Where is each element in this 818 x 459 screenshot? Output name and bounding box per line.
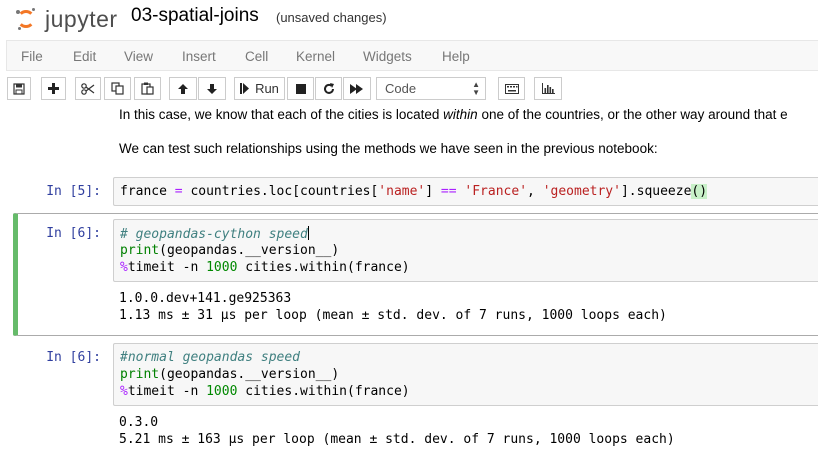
code-line: # geopandas-cython speed <box>120 226 309 242</box>
copy-icon <box>111 82 124 95</box>
move-up-button[interactable] <box>169 77 197 100</box>
run-label: Run <box>255 81 279 96</box>
stop-icon <box>295 83 306 94</box>
markdown-line-2: We can test such relationships using the… <box>119 141 658 156</box>
notebook-container: In this case, we know that each of the c… <box>0 107 818 459</box>
menu-edit[interactable]: Edit <box>73 49 96 64</box>
menu-insert[interactable]: Insert <box>182 49 216 64</box>
code-cell-input[interactable]: #normal geopandas speed print(geopandas.… <box>113 343 818 406</box>
cell-type-value: Code <box>385 81 417 96</box>
cell-output-line: 5.21 ms ± 163 µs per loop (mean ± std. d… <box>119 432 675 447</box>
menubar: File Edit View Insert Cell Kernel Widget… <box>6 40 818 71</box>
menu-view[interactable]: View <box>124 49 153 64</box>
text-cursor <box>307 226 309 240</box>
code-line: france = countries.loc[countries['name']… <box>120 184 708 199</box>
move-down-button[interactable] <box>198 77 226 100</box>
code-line: %timeit -n 1000 cities.within(france) <box>120 260 410 275</box>
arrow-up-icon <box>178 83 188 94</box>
save-status: (unsaved changes) <box>276 10 387 25</box>
md-emphasis: within <box>443 107 478 122</box>
cell-output-line: 1.0.0.dev+141.ge925363 <box>119 291 292 306</box>
run-button[interactable]: Run <box>234 77 285 100</box>
visualization-button[interactable] <box>534 77 562 100</box>
menu-cell[interactable]: Cell <box>245 49 268 64</box>
code-line: %timeit -n 1000 cities.within(france) <box>120 384 410 399</box>
logo-dot <box>16 10 20 14</box>
save-button[interactable] <box>7 77 31 100</box>
cell-output-line: 0.3.0 <box>119 415 159 430</box>
interrupt-button[interactable] <box>287 77 314 100</box>
code-line: print(geopandas.__version__) <box>120 243 340 258</box>
restart-button[interactable] <box>315 77 342 100</box>
menu-widgets[interactable]: Widgets <box>363 49 412 64</box>
cell-prompt: In [6]: <box>46 350 101 365</box>
code-cell-input[interactable]: france = countries.loc[countries['name']… <box>113 177 818 206</box>
cut-icon <box>81 82 95 95</box>
restart-run-all-button[interactable] <box>343 77 371 100</box>
select-arrows-icon: ▲ ▼ <box>472 80 480 97</box>
copy-button[interactable] <box>104 77 131 100</box>
restart-icon <box>323 82 334 94</box>
menu-help[interactable]: Help <box>442 49 470 64</box>
fast-forward-icon <box>350 83 363 94</box>
menu-file[interactable]: File <box>21 49 43 64</box>
paste-icon <box>141 82 154 95</box>
md-text: In this case, we know that each of the c… <box>119 107 444 122</box>
logo-dot <box>32 8 35 11</box>
cell-prompt: In [6]: <box>46 226 101 241</box>
cell-type-select[interactable]: Code ▲ ▼ <box>376 77 486 100</box>
logo-text: jupyter <box>45 6 118 32</box>
plus-icon <box>48 83 59 94</box>
code-cell-input[interactable]: # geopandas-cython speed print(geopandas… <box>113 219 818 282</box>
logo-dot <box>18 27 21 30</box>
notebook-header: jupyter 03-spatial-joins (unsaved change… <box>0 0 818 40</box>
keyboard-icon <box>504 83 519 94</box>
menu-kernel[interactable]: Kernel <box>296 49 335 64</box>
chart-icon <box>541 83 555 94</box>
save-icon <box>13 82 25 95</box>
code-line: print(geopandas.__version__) <box>120 367 340 382</box>
command-palette-button[interactable] <box>498 77 525 100</box>
arrow-down-icon <box>207 83 217 94</box>
md-text: one of the countries, or the other way a… <box>477 107 788 122</box>
cell-prompt: In [5]: <box>46 184 101 199</box>
paste-button[interactable] <box>134 77 161 100</box>
step-forward-icon <box>240 83 250 94</box>
jupyter-logo[interactable]: jupyter <box>8 4 118 32</box>
toolbar: Run Code ▲ ▼ <box>0 71 818 107</box>
cell-output-line: 1.13 ms ± 31 µs per loop (mean ± std. de… <box>119 308 667 323</box>
insert-cell-button[interactable] <box>41 77 66 100</box>
cut-button[interactable] <box>75 77 101 100</box>
code-line: #normal geopandas speed <box>120 350 301 365</box>
markdown-line-1: In this case, we know that each of the c… <box>119 107 788 122</box>
notebook-name[interactable]: 03-spatial-joins <box>131 5 259 27</box>
